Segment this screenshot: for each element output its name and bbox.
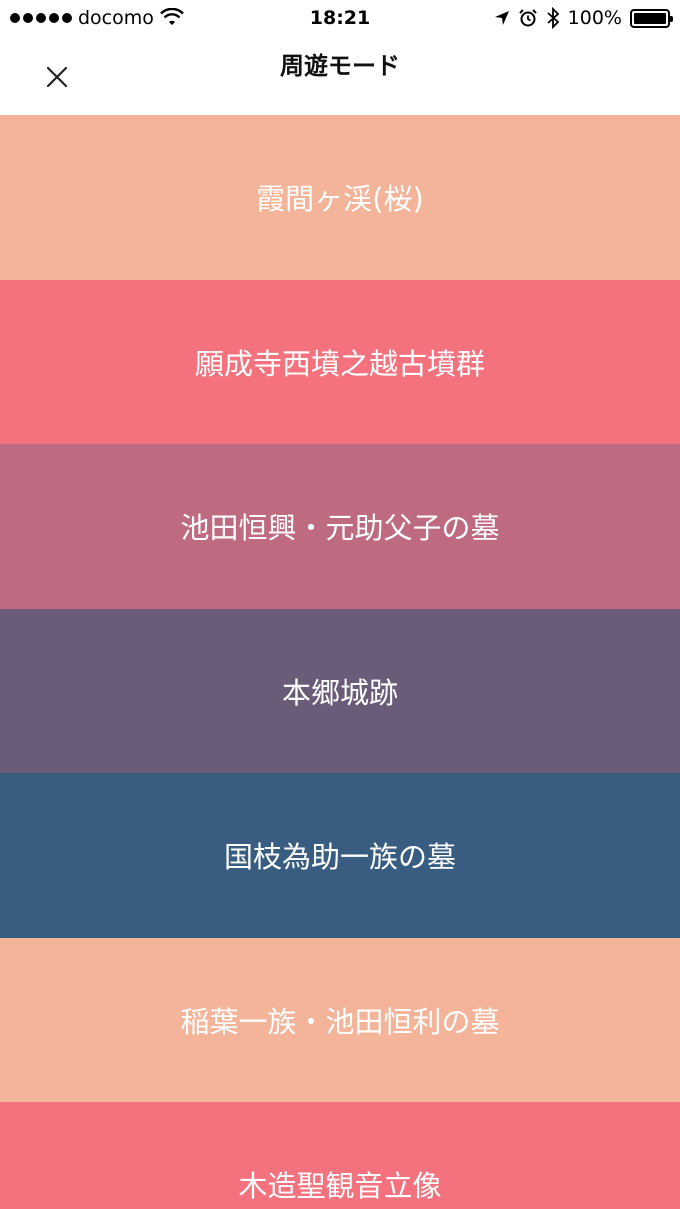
page-title: 周遊モード <box>280 52 400 80</box>
bluetooth-icon <box>547 7 559 29</box>
status-right: 100% <box>494 6 673 30</box>
battery-percent: 100% <box>567 7 622 29</box>
nav-bar: 周遊モード <box>0 36 680 115</box>
spot-label: 霞間ヶ渓(桜) <box>256 182 424 217</box>
spot-label: 木造聖観音立像 <box>238 1169 442 1204</box>
spot-item[interactable]: 願成寺西墳之越古墳群 <box>0 279 680 444</box>
spot-list: 霞間ヶ渓(桜) 願成寺西墳之越古墳群 池田恒興・元助父子の墓 本郷城跡 国枝為助… <box>0 115 680 1209</box>
spot-item[interactable]: 霞間ヶ渓(桜) <box>0 115 680 280</box>
spot-label: 池田恒興・元助父子の墓 <box>180 511 500 546</box>
battery-icon <box>630 8 673 28</box>
alarm-icon <box>518 9 537 27</box>
spot-label: 稲葉一族・池田恒利の墓 <box>180 1004 500 1039</box>
spot-item[interactable]: 池田恒興・元助父子の墓 <box>0 444 680 609</box>
spot-item[interactable]: 木造聖観音立像 <box>0 1102 680 1209</box>
spot-label: 願成寺西墳之越古墳群 <box>194 346 485 381</box>
location-arrow-icon <box>494 11 509 25</box>
spot-item[interactable]: 国枝為助一族の墓 <box>0 773 680 938</box>
spot-item[interactable]: 本郷城跡 <box>0 608 680 773</box>
status-bar: docomo 18:21 100% <box>0 0 680 36</box>
spot-label: 本郷城跡 <box>281 675 398 710</box>
spot-label: 国枝為助一族の墓 <box>223 840 456 875</box>
spot-item[interactable]: 稲葉一族・池田恒利の墓 <box>0 937 680 1102</box>
